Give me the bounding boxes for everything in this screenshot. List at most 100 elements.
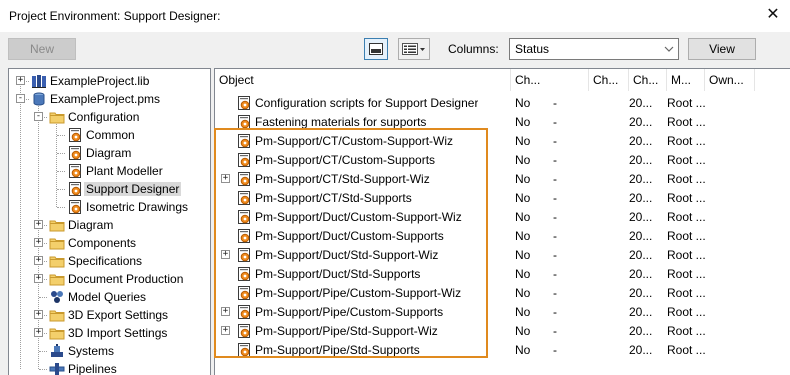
config-icon [69, 146, 81, 160]
table-row[interactable]: Pm-Support/Pipe/Custom-Support-Wiz No - 20.… [215, 283, 790, 302]
cell-own: Root ... [667, 286, 706, 300]
details-view-icon [402, 43, 425, 55]
column-header[interactable]: Ch... [589, 69, 629, 91]
cell-m: 20... [629, 172, 653, 186]
tree-item[interactable]: Diagram [49, 216, 113, 234]
config-icon [238, 115, 250, 129]
view-mode-dropdown-button[interactable] [398, 38, 430, 60]
tree-item[interactable]: Configuration [49, 108, 139, 126]
table-row[interactable]: Pm-Support/CT/Custom-Support-Wiz No - 20...… [215, 131, 790, 150]
tree-item[interactable]: Pipelines [49, 360, 117, 375]
table-row[interactable]: + Pm-Support/Pipe/Custom-Supports No - 20...… [215, 302, 790, 321]
object-name: Pm-Support/Duct/Std-Support-Wiz [255, 248, 439, 262]
library-icon [32, 75, 46, 88]
columns-select[interactable]: Status [509, 38, 679, 60]
table-row[interactable]: Pm-Support/Duct/Custom-Supports No - 20... R… [215, 226, 790, 245]
object-name: Pm-Support/CT/Custom-Supports [255, 153, 436, 167]
cell-own: Root ... [667, 191, 706, 205]
tree-item[interactable]: ExampleProject.lib [31, 72, 149, 90]
expand-icon[interactable]: + [221, 326, 230, 335]
cell-c1: No [515, 172, 531, 186]
tree-item-label: Configuration [68, 110, 140, 124]
tree-item[interactable]: Diagram [67, 144, 131, 162]
tree-item-label: ExampleProject.pms [50, 92, 161, 106]
column-header[interactable]: Object [215, 69, 511, 91]
cell-c2: - [553, 248, 557, 262]
expand-icon[interactable]: + [221, 307, 230, 316]
cell-m: 20... [629, 210, 653, 224]
tree-item[interactable]: Support Designer [67, 180, 182, 198]
layout-toggle-button[interactable] [364, 38, 388, 60]
folder-icon [49, 220, 65, 232]
expand-icon[interactable]: + [221, 250, 230, 259]
cell-own: Root ... [667, 115, 706, 129]
tree-item-label: ExampleProject.lib [50, 74, 150, 88]
cell-m: 20... [629, 229, 653, 243]
cell-c2: - [553, 343, 557, 357]
tree-item[interactable]: Components [49, 234, 136, 252]
cell-c1: No [515, 267, 531, 281]
close-icon[interactable]: ✕ [764, 5, 782, 23]
cell-c1: No [515, 343, 531, 357]
tree-item[interactable]: Isometric Drawings [67, 198, 188, 216]
table-row[interactable]: Fastening materials for supports No - 20...… [215, 112, 790, 131]
column-header[interactable]: Ch... [629, 69, 667, 91]
table-row[interactable]: + Pm-Support/Pipe/Std-Support-Wiz No - 20...… [215, 321, 790, 340]
table-row[interactable]: Configuration scripts for Support Design… [215, 93, 790, 112]
object-name: Pm-Support/CT/Std-Supports [255, 191, 412, 205]
folder-icon [49, 310, 65, 322]
cell-m: 20... [629, 305, 653, 319]
folder-icon [49, 256, 65, 268]
tree-connector [39, 351, 47, 352]
cell-m: 20... [629, 267, 653, 281]
tree-item[interactable]: 3D Export Settings [49, 306, 168, 324]
config-icon [238, 172, 250, 186]
tree-item[interactable]: ExampleProject.pms [31, 90, 160, 108]
cell-m: 20... [629, 134, 653, 148]
expand-icon[interactable]: + [34, 220, 43, 229]
table-row[interactable]: Pm-Support/Pipe/Std-Supports No - 20... Root… [215, 340, 790, 359]
cell-c2: - [553, 286, 557, 300]
tree-item[interactable]: Plant Modeller [67, 162, 163, 180]
object-cell: Pm-Support/CT/Std-Support-Wiz [236, 171, 430, 187]
cell-m: 20... [629, 115, 653, 129]
table-row[interactable]: + Pm-Support/CT/Std-Support-Wiz No - 20... Ro… [215, 169, 790, 188]
expand-icon[interactable]: + [34, 328, 43, 337]
table-row[interactable]: Pm-Support/Duct/Std-Supports No - 20... Root… [215, 264, 790, 283]
tree-item[interactable]: Systems [49, 342, 114, 360]
expand-icon[interactable]: + [34, 256, 43, 265]
tree-item[interactable]: Specifications [49, 252, 142, 270]
collapse-icon[interactable]: - [34, 112, 43, 121]
cell-m: 20... [629, 96, 653, 110]
collapse-icon[interactable]: - [16, 94, 25, 103]
view-button[interactable]: View [688, 38, 756, 60]
expand-icon[interactable]: + [34, 238, 43, 247]
object-name: Pm-Support/Duct/Std-Supports [255, 267, 421, 281]
tree-item[interactable]: 3D Import Settings [49, 324, 167, 342]
object-name: Fastening materials for supports [255, 115, 427, 129]
column-header[interactable]: Ch... [511, 69, 589, 91]
tree-item[interactable]: Document Production [49, 270, 183, 288]
expand-icon[interactable]: + [16, 76, 25, 85]
object-cell: Pm-Support/CT/Custom-Supports [236, 152, 435, 168]
tree-item[interactable]: Common [67, 126, 135, 144]
tree-item[interactable]: Model Queries [49, 288, 146, 306]
table-row[interactable]: Pm-Support/Duct/Custom-Support-Wiz No - 20.… [215, 207, 790, 226]
cell-c2: - [553, 153, 557, 167]
cell-c2: - [553, 305, 557, 319]
cell-m: 20... [629, 286, 653, 300]
column-header[interactable]: M... [667, 69, 705, 91]
table-row[interactable]: Pm-Support/CT/Std-Supports No - 20... Root .… [215, 188, 790, 207]
expand-icon[interactable]: + [34, 310, 43, 319]
new-button[interactable]: New [8, 38, 76, 60]
object-cell: Pm-Support/Pipe/Std-Support-Wiz [236, 323, 438, 339]
table-row[interactable]: + Pm-Support/Duct/Std-Support-Wiz No - 20...… [215, 245, 790, 264]
table-row[interactable]: Pm-Support/CT/Custom-Supports No - 20... Roo… [215, 150, 790, 169]
project-tree[interactable]: + ExampleProject.lib - ExampleProject.pms - C… [8, 68, 211, 375]
expand-icon[interactable]: + [34, 274, 43, 283]
cell-m: 20... [629, 248, 653, 262]
expand-icon[interactable]: + [221, 174, 230, 183]
window-title: Project Environment: Support Designer: [9, 9, 221, 23]
cell-c2: - [553, 191, 557, 205]
column-header[interactable]: Own... [705, 69, 755, 91]
